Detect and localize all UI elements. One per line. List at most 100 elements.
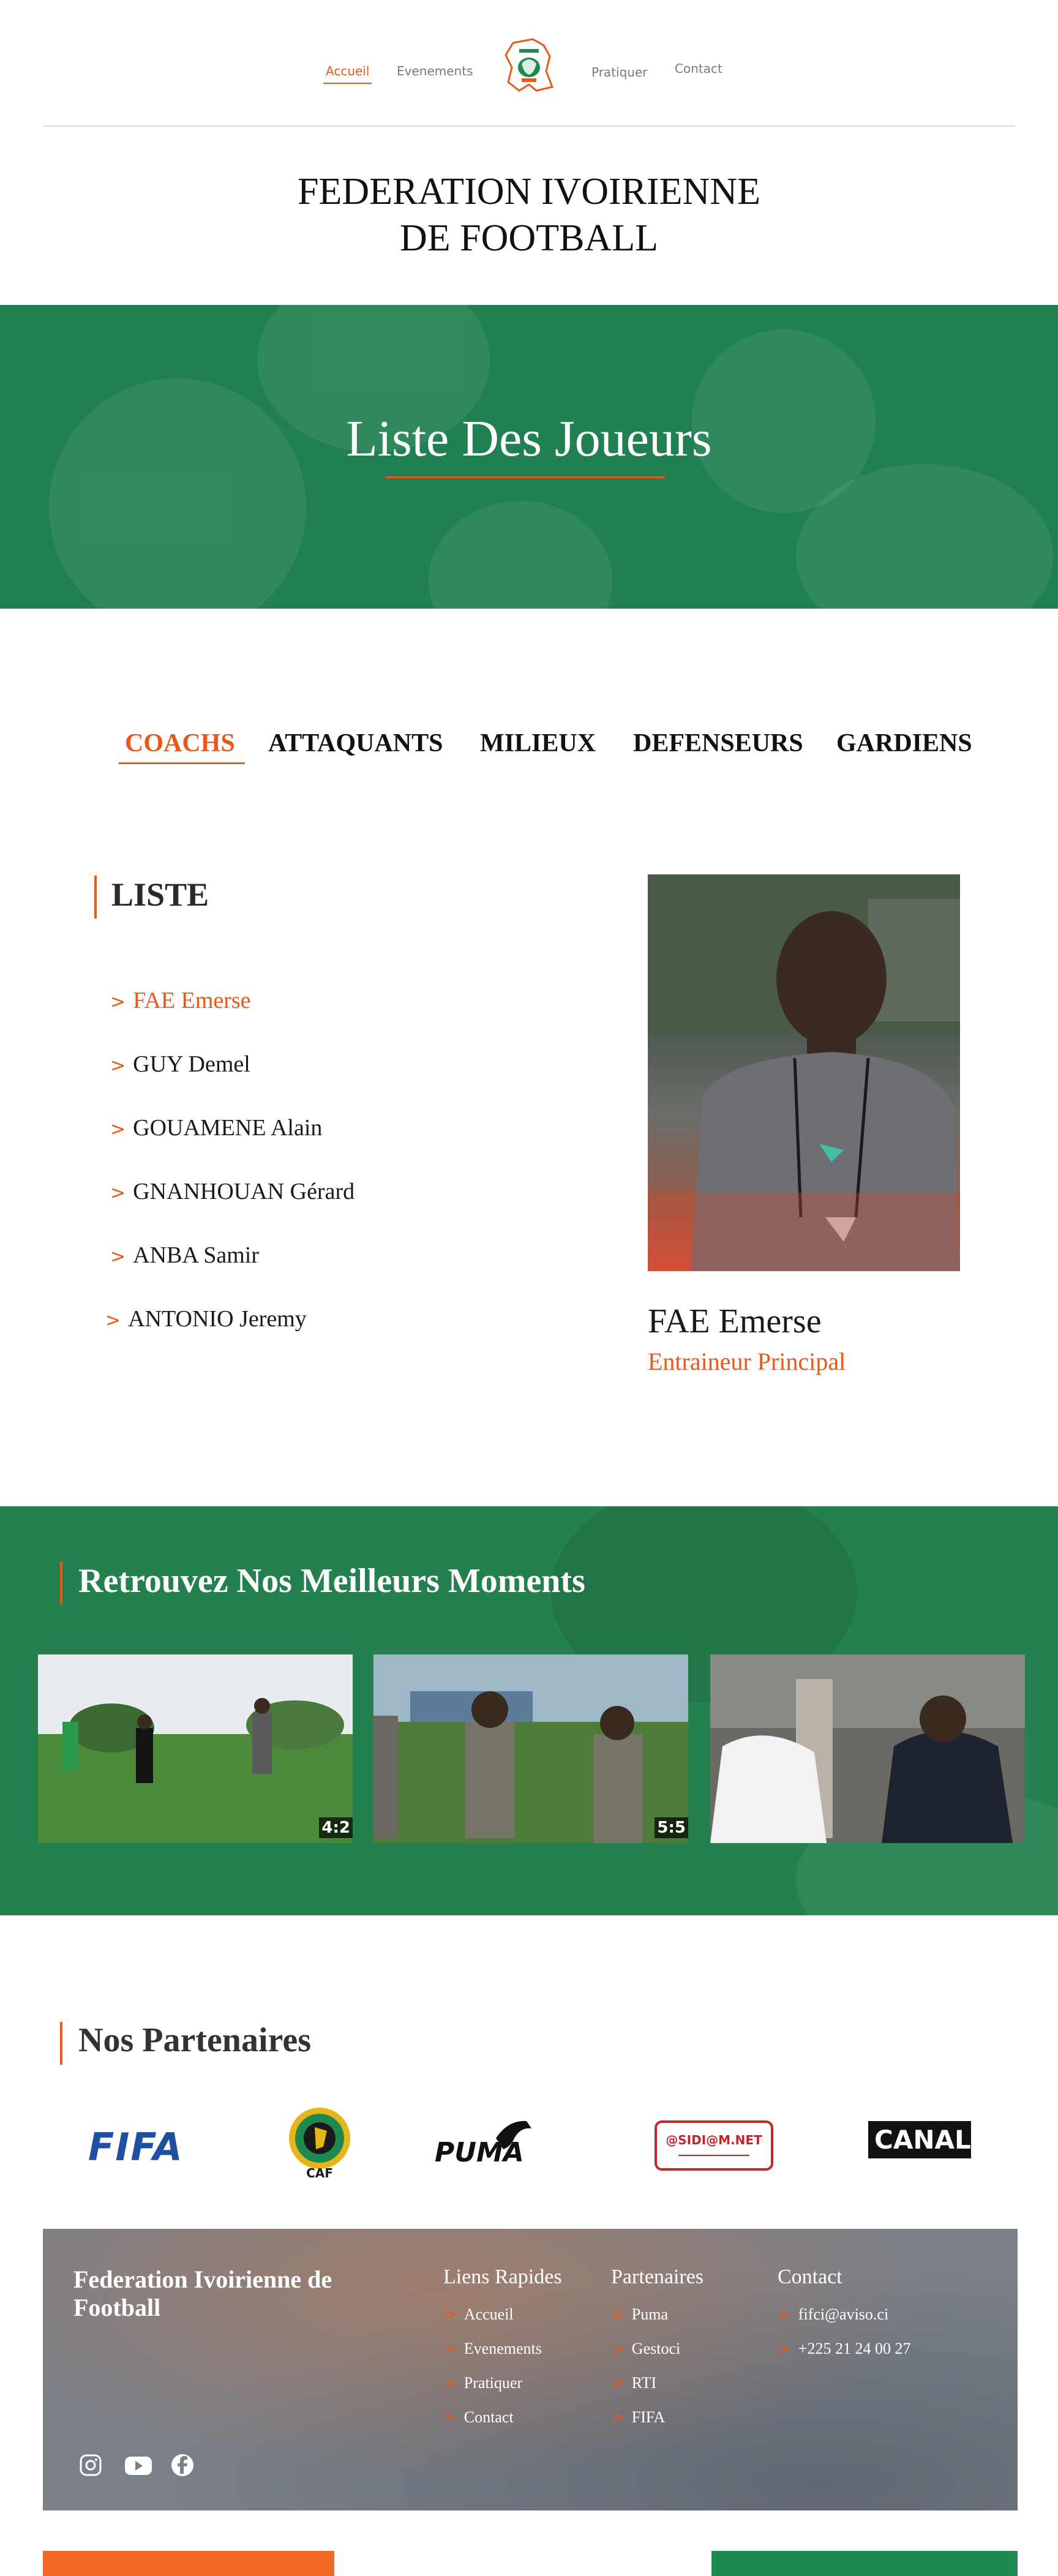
footer-link-gestoci[interactable]: > Gestoci [611, 2332, 703, 2366]
chevron-right-icon: > [611, 2340, 625, 2358]
moments-title-accent [60, 1561, 62, 1604]
chevron-right-icon: > [110, 1119, 126, 1140]
footer-link-evenements[interactable]: > Evenements [443, 2332, 562, 2366]
footer-link-label: Pratiquer [463, 2374, 523, 2392]
video-thumbnail[interactable]: 4:2 [38, 1654, 353, 1843]
hero-title: Liste Des Joueurs [346, 410, 712, 467]
footer-link-label: RTI [631, 2374, 657, 2392]
footer-bottom-bar-orange [43, 2551, 334, 2576]
tab-milieux[interactable]: MILIEUX [480, 729, 596, 758]
fif-logo-icon[interactable] [501, 37, 557, 94]
coach-photo [648, 874, 960, 1271]
list-item[interactable]: > FAE Emerse [110, 987, 251, 1014]
chevron-right-icon: > [611, 2305, 625, 2324]
list-item-label: FAE Emerse [133, 988, 251, 1013]
canal-plus-logo[interactable]: CANAL+ [868, 2105, 992, 2172]
footer-link-label: Contact [463, 2408, 514, 2426]
chevron-right-icon: > [105, 1310, 121, 1331]
list-item[interactable]: > GUY Demel [110, 1051, 250, 1078]
chevron-right-icon: > [110, 1055, 126, 1076]
coach-name: FAE Emerse [648, 1302, 822, 1340]
footer-column-title: Partenaires [611, 2266, 704, 2288]
nav-contact[interactable]: Contact [675, 61, 722, 76]
page-title-line1: FEDERATION IVOIRIENNE [298, 171, 760, 212]
moments-title: Retrouvez Nos Meilleurs Moments [78, 1562, 585, 1600]
nav-accueil[interactable]: Accueil [323, 64, 372, 84]
video-thumbnail[interactable]: 5:5 [373, 1654, 688, 1843]
list-item[interactable]: > GOUAMENE Alain [110, 1114, 322, 1141]
footer-column-title: Contact [778, 2266, 842, 2288]
video-thumbnail[interactable] [710, 1654, 1025, 1843]
footer-quick-links: Liens Rapides > Accueil > Evenements > Prat… [443, 2266, 562, 2435]
chevron-right-icon: > [611, 2374, 625, 2392]
footer-bottom-bar-green [711, 2551, 1018, 2576]
partners-title-accent [60, 2022, 62, 2065]
list-item-label: GUY Demel [133, 1051, 250, 1077]
youtube-icon[interactable] [124, 2453, 153, 2477]
footer-link-puma[interactable]: > Puma [611, 2297, 703, 2332]
page-title-line2: DE FOOTBALL [400, 217, 658, 259]
hero-banner: Liste Des Joueurs [0, 305, 1058, 609]
hero-underline [386, 476, 665, 478]
footer-link-label: Gestoci [631, 2340, 681, 2357]
chevron-right-icon: > [443, 2374, 457, 2392]
nav-pratiquer[interactable]: Pratiquer [591, 65, 647, 80]
footer-contact-label: fifci@aviso.ci [798, 2305, 889, 2323]
page-title: FEDERATION IVOIRIENNE DE FOOTBALL [0, 168, 1058, 261]
category-tabs: COACHS ATTAQUANTS MILIEUX DEFENSEURS GAR… [0, 729, 1058, 778]
chevron-right-icon: > [611, 2408, 625, 2427]
list-title-accent [94, 876, 97, 918]
footer-link-pratiquer[interactable]: > Pratiquer [443, 2366, 562, 2400]
nav-evenements[interactable]: Evenements [397, 64, 473, 78]
caf-logo[interactable]: CAF [283, 2106, 356, 2180]
tab-gardiens[interactable]: GARDIENS [836, 729, 972, 758]
fifa-logo[interactable]: FIFA [88, 2125, 184, 2192]
hero-bg-shape [429, 501, 612, 609]
footer-contact-phone[interactable]: > +225 21 24 00 27 [778, 2332, 910, 2366]
footer-link-rti[interactable]: > RTI [611, 2366, 703, 2400]
list-item-label: GNANHOUAN Gérard [133, 1179, 355, 1204]
tab-attaquants[interactable]: ATTAQUANTS [268, 729, 443, 758]
footer-link-contact[interactable]: > Contact [443, 2400, 562, 2435]
tab-defenseurs[interactable]: DEFENSEURS [633, 729, 803, 758]
footer-link-label: Accueil [463, 2305, 514, 2323]
footer-link-fifa[interactable]: > FIFA [611, 2400, 703, 2435]
footer-contact-email[interactable]: > fifci@aviso.ci [778, 2297, 910, 2332]
list-item[interactable]: > ANTONIO Jeremy [105, 1305, 307, 1332]
coach-role: Entraineur Principal [648, 1348, 846, 1375]
sidiam-logo[interactable]: @SIDI@M.NET [654, 2120, 774, 2171]
footer-link-accueil[interactable]: > Accueil [443, 2297, 562, 2332]
list-item-label: GOUAMENE Alain [133, 1115, 323, 1141]
canal-plus-logo-text: CANAL+ [868, 2121, 992, 2158]
list-item[interactable]: > ANBA Samir [110, 1242, 259, 1269]
chevron-right-icon: > [110, 1182, 126, 1204]
chevron-right-icon: > [778, 2340, 791, 2358]
footer-brand: Federation Ivoirienne de Football [73, 2266, 332, 2321]
tab-coachs[interactable]: COACHS [119, 729, 245, 764]
list-item[interactable]: > GNANHOUAN Gérard [110, 1178, 355, 1205]
chevron-right-icon: > [110, 1246, 126, 1267]
nav-divider [43, 126, 1015, 127]
moments-section: Retrouvez Nos Meilleurs Moments 4:2 5:5 [0, 1506, 1058, 1915]
caf-logo-text: CAF [306, 2166, 333, 2180]
chevron-right-icon: > [443, 2305, 457, 2324]
sidiam-logo-text: @SIDI@M.NET [666, 2133, 762, 2147]
list-item-label: ANTONIO Jeremy [128, 1306, 307, 1332]
partners-title: Nos Partenaires [78, 2021, 311, 2059]
chevron-right-icon: > [110, 991, 126, 1013]
chevron-right-icon: > [778, 2305, 791, 2324]
instagram-icon[interactable] [78, 2453, 103, 2477]
puma-logo[interactable]: PUMA [435, 2114, 533, 2169]
chevron-right-icon: > [443, 2408, 457, 2427]
main-nav: Accueil Evenements Pratiquer Contact [0, 37, 1058, 104]
footer-link-label: FIFA [631, 2408, 666, 2426]
footer-contact-label: +225 21 24 00 27 [798, 2340, 911, 2357]
facebook-icon[interactable] [170, 2453, 195, 2477]
footer-partners: Partenaires > Puma > Gestoci > RTI > FIFA [611, 2266, 703, 2435]
footer-link-label: Evenements [463, 2340, 542, 2357]
video-duration: 4:2 [319, 1817, 353, 1838]
video-duration: 5:5 [655, 1817, 688, 1838]
chevron-right-icon: > [443, 2340, 457, 2358]
footer-link-label: Puma [631, 2305, 669, 2323]
footer-column-title: Liens Rapides [443, 2266, 562, 2288]
